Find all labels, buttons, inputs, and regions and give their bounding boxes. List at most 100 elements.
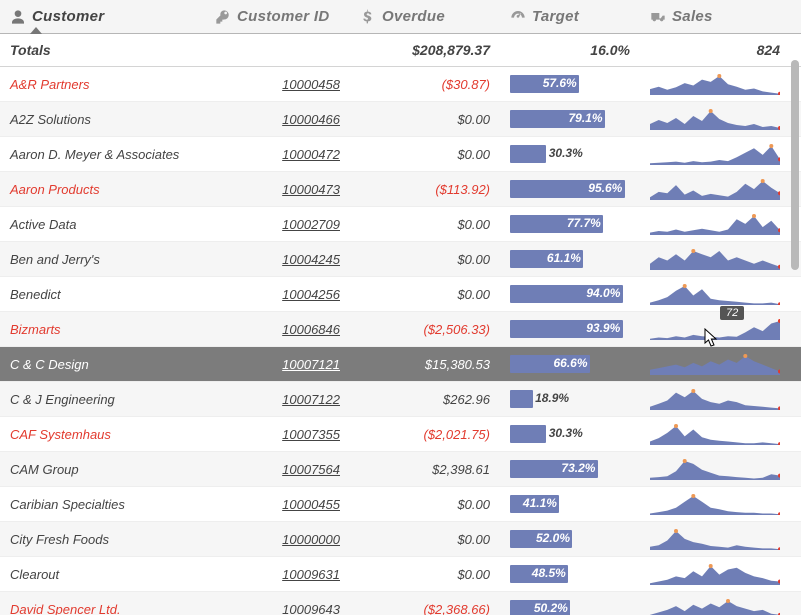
- col-target[interactable]: Target: [500, 0, 640, 33]
- totals-label: Totals: [0, 34, 205, 66]
- customer-id-link[interactable]: 10000472: [205, 137, 350, 171]
- sales-sparkline-cell: [640, 452, 790, 486]
- customer-id-link[interactable]: 10007355: [205, 417, 350, 451]
- table-row[interactable]: C & J Engineering10007122$262.9618.9%: [0, 382, 801, 417]
- sales-sparkline-cell: [640, 382, 790, 416]
- col-customer-id[interactable]: Customer ID: [205, 0, 350, 33]
- overdue-cell: ($2,021.75): [350, 417, 500, 451]
- table-row[interactable]: CAF Systemhaus10007355($2,021.75)30.3%: [0, 417, 801, 452]
- customer-id-link[interactable]: 10000466: [205, 102, 350, 136]
- customer-cell[interactable]: Benedict: [0, 277, 205, 311]
- customer-id-link[interactable]: 10004245: [205, 242, 350, 276]
- table-row[interactable]: Caribian Specialties10000455$0.0041.1%: [0, 487, 801, 522]
- target-cell: 41.1%: [500, 487, 640, 521]
- target-cell: 30.3%: [500, 137, 640, 171]
- overdue-cell: $0.00: [350, 102, 500, 136]
- table-row[interactable]: Aaron Products10000473($113.92)95.6%: [0, 172, 801, 207]
- table-row[interactable]: City Fresh Foods10000000$0.0052.0%: [0, 522, 801, 557]
- col-customer-id-label: Customer ID: [237, 8, 329, 25]
- customer-id-link[interactable]: 10000458: [205, 67, 350, 101]
- col-target-label: Target: [532, 8, 579, 25]
- table-row[interactable]: Aaron D. Meyer & Associates10000472$0.00…: [0, 137, 801, 172]
- customer-id-link[interactable]: 10000473: [205, 172, 350, 206]
- customer-cell[interactable]: CAM Group: [0, 452, 205, 486]
- truck-icon: [650, 9, 666, 25]
- table-row[interactable]: A2Z Solutions10000466$0.0079.1%: [0, 102, 801, 137]
- sales-sparkline-cell: [640, 417, 790, 451]
- totals-sales: 824: [640, 34, 790, 66]
- target-cell: 79.1%: [500, 102, 640, 136]
- sales-sparkline-cell: [640, 592, 790, 615]
- table-row[interactable]: C & C Design10007121$15,380.5366.6%: [0, 347, 801, 382]
- dollar-icon: [360, 9, 376, 25]
- totals-target: 16.0%: [500, 34, 640, 66]
- sales-sparkline-cell: [640, 172, 790, 206]
- sales-sparkline-cell: [640, 557, 790, 591]
- customer-cell[interactable]: Active Data: [0, 207, 205, 241]
- customer-id-link[interactable]: 10004256: [205, 277, 350, 311]
- customer-cell[interactable]: CAF Systemhaus: [0, 417, 205, 451]
- customer-id-link[interactable]: 10000000: [205, 522, 350, 556]
- overdue-cell: ($113.92): [350, 172, 500, 206]
- table-row[interactable]: David Spencer Ltd.10009643($2,368.66)50.…: [0, 592, 801, 615]
- target-cell: 50.2%: [500, 592, 640, 615]
- target-cell: 73.2%: [500, 452, 640, 486]
- customer-id-link[interactable]: 10007122: [205, 382, 350, 416]
- customer-cell[interactable]: Ben and Jerry's: [0, 242, 205, 276]
- key-icon: [215, 9, 231, 25]
- table-row[interactable]: A&R Partners10000458($30.87)57.6%: [0, 67, 801, 102]
- overdue-cell: $0.00: [350, 137, 500, 171]
- overdue-cell: $0.00: [350, 207, 500, 241]
- customer-cell[interactable]: David Spencer Ltd.: [0, 592, 205, 615]
- target-cell: 52.0%: [500, 522, 640, 556]
- sales-sparkline-cell: [640, 242, 790, 276]
- customer-id-link[interactable]: 10009643: [205, 592, 350, 615]
- table-row[interactable]: Clearout10009631$0.0048.5%: [0, 557, 801, 592]
- customer-cell[interactable]: A2Z Solutions: [0, 102, 205, 136]
- col-sales[interactable]: Sales: [640, 0, 790, 33]
- customer-id-link[interactable]: 10002709: [205, 207, 350, 241]
- customer-id-link[interactable]: 10007564: [205, 452, 350, 486]
- table-header: Customer Customer ID Overdue Target Sale…: [0, 0, 801, 34]
- target-cell: 30.3%: [500, 417, 640, 451]
- sales-sparkline-cell: [640, 347, 790, 381]
- table-row[interactable]: CAM Group10007564$2,398.6173.2%: [0, 452, 801, 487]
- overdue-cell: $0.00: [350, 277, 500, 311]
- customer-cell[interactable]: A&R Partners: [0, 67, 205, 101]
- customer-cell[interactable]: Clearout: [0, 557, 205, 591]
- customer-cell[interactable]: Bizmarts: [0, 312, 205, 346]
- target-cell: 95.6%: [500, 172, 640, 206]
- col-customer[interactable]: Customer: [0, 0, 205, 33]
- customer-cell[interactable]: Aaron Products: [0, 172, 205, 206]
- sales-sparkline-cell: [640, 487, 790, 521]
- overdue-cell: ($2,506.33): [350, 312, 500, 346]
- target-cell: 61.1%: [500, 242, 640, 276]
- target-cell: 77.7%: [500, 207, 640, 241]
- customer-cell[interactable]: C & J Engineering: [0, 382, 205, 416]
- totals-row: Totals $208,879.37 16.0% 824: [0, 34, 801, 67]
- customer-id-link[interactable]: 10007121: [205, 347, 350, 381]
- scrollbar-thumb[interactable]: [791, 60, 799, 270]
- customer-id-link[interactable]: 10006846: [205, 312, 350, 346]
- customer-cell[interactable]: C & C Design: [0, 347, 205, 381]
- table-row[interactable]: Benedict10004256$0.0094.0%: [0, 277, 801, 312]
- table-row[interactable]: Ben and Jerry's10004245$0.0061.1%: [0, 242, 801, 277]
- customer-cell[interactable]: City Fresh Foods: [0, 522, 205, 556]
- overdue-cell: $0.00: [350, 522, 500, 556]
- customer-cell[interactable]: Caribian Specialties: [0, 487, 205, 521]
- col-overdue[interactable]: Overdue: [350, 0, 500, 33]
- overdue-cell: $0.00: [350, 242, 500, 276]
- target-cell: 66.6%: [500, 347, 640, 381]
- table-row[interactable]: Bizmarts10006846($2,506.33)93.9%: [0, 312, 801, 347]
- sales-sparkline-cell: [640, 522, 790, 556]
- sales-sparkline-cell: [640, 137, 790, 171]
- sparkline-tooltip: 72: [720, 306, 744, 320]
- col-customer-label: Customer: [32, 8, 104, 25]
- customer-id-link[interactable]: 10000455: [205, 487, 350, 521]
- table-row[interactable]: Active Data10002709$0.0077.7%: [0, 207, 801, 242]
- customer-cell[interactable]: Aaron D. Meyer & Associates: [0, 137, 205, 171]
- scrollbar[interactable]: [791, 60, 799, 611]
- customer-id-link[interactable]: 10009631: [205, 557, 350, 591]
- gauge-icon: [510, 9, 526, 25]
- user-icon: [10, 9, 26, 25]
